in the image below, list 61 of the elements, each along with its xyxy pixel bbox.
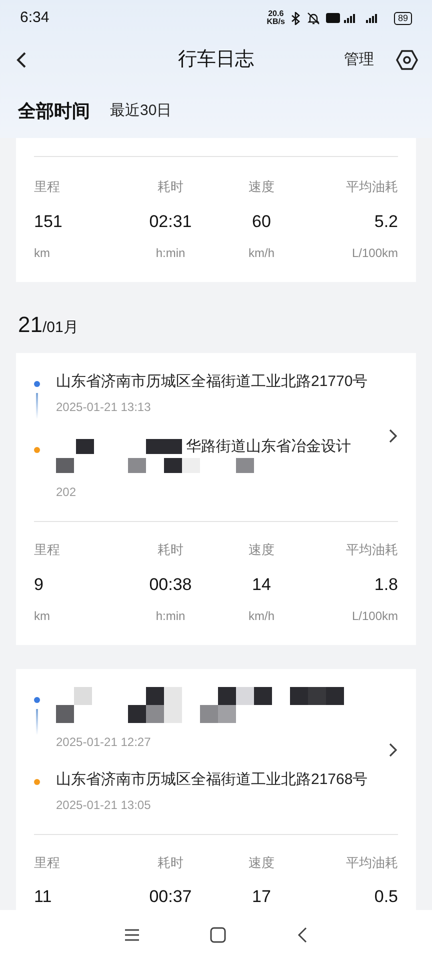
stat-label: 里程 <box>34 178 60 196</box>
stat-value: 151 <box>34 210 62 232</box>
back-icon[interactable] <box>14 51 28 69</box>
net-speed: 20.6 KB/s <box>266 10 285 26</box>
stat-value: 60 <box>252 210 271 232</box>
stat-unit: km <box>34 608 50 625</box>
stat-label: 耗时 <box>158 854 184 872</box>
stat-label: 里程 <box>34 854 60 872</box>
stat-value: 02:31 <box>149 210 192 232</box>
trip-time: 2025-01-21 13:05 <box>56 796 152 814</box>
address-text: 山东省济南市历城区全福街道工业北路21768号 <box>56 770 368 790</box>
page-title: 行车日志 <box>178 48 254 72</box>
stat-value: 5.2 <box>374 210 398 232</box>
trip-card[interactable]: 2025-01-21 12:27 山东省济南市历城区全福街道工业北路21768号 2025-01-21 13:05 里程 11 耗时 00:37 速度 17 平均油耗 0.5 <box>16 669 416 910</box>
stat-value: 11 <box>34 886 52 908</box>
trip-card[interactable]: 山东省济南市历城区全福街道工业北路21770号 2025-01-21 13:13 华路街道山东省冶金设计 202 里程 9 km 耗时 00:38 h:min 速度 14 km/h 平均油耗 1.8 L/100km <box>16 353 416 645</box>
stat-value: 0.5 <box>374 886 398 908</box>
chevron-right-icon <box>388 742 398 758</box>
trip-time: 2025-01-21 12:27 <box>56 734 152 751</box>
timeline-line <box>36 393 38 419</box>
stat-unit: h:min <box>156 245 186 262</box>
stat-label: 速度 <box>248 854 274 872</box>
date-day: 21 <box>18 308 42 341</box>
settings-icon[interactable] <box>396 49 418 71</box>
stat-value: 17 <box>252 886 271 908</box>
stat-label: 速度 <box>248 178 274 196</box>
stat-value: 14 <box>252 574 271 596</box>
date-month: /01月 <box>42 318 78 338</box>
stat-value: 1.8 <box>374 574 398 596</box>
stat-value: 9 <box>34 574 44 596</box>
trip-time: 202 <box>56 484 78 501</box>
stat-label: 平均油耗 <box>346 541 398 559</box>
stat-unit: L/100km <box>352 245 398 262</box>
home-icon[interactable] <box>210 927 226 943</box>
stat-label: 里程 <box>34 541 60 559</box>
bluetooth-icon <box>290 12 301 24</box>
stat-unit: h:min <box>156 608 186 625</box>
stat-value: 00:38 <box>149 574 192 596</box>
timeline-line <box>36 709 38 735</box>
menu-icon[interactable] <box>124 928 140 942</box>
address-text: 华路街道山东省冶金设计 <box>186 437 351 457</box>
stat-label: 速度 <box>248 541 274 559</box>
back-icon[interactable] <box>296 927 308 943</box>
stat-label: 耗时 <box>158 178 184 196</box>
stat-label: 平均油耗 <box>346 854 398 872</box>
stat-unit: km <box>34 245 50 262</box>
stat-label: 耗时 <box>158 541 184 559</box>
battery-indicator: 89 <box>394 12 412 24</box>
address-text: 山东省济南市历城区全福街道工业北路21770号 <box>56 372 368 392</box>
trip-time: 2025-01-21 13:13 <box>56 398 152 416</box>
filter-tab[interactable]: 最近30日 <box>110 100 172 122</box>
chevron-right-icon <box>388 428 398 444</box>
stat-unit: km/h <box>248 608 274 625</box>
manage-button[interactable]: 管理 <box>344 48 374 72</box>
stat-unit: L/100km <box>352 608 398 625</box>
stat-label: 平均油耗 <box>346 178 398 196</box>
filter-tab[interactable]: 全部时间 <box>18 98 90 124</box>
stat-value: 00:37 <box>149 886 192 908</box>
bell-off-icon <box>306 12 320 24</box>
stat-unit: km/h <box>248 245 274 262</box>
status-time: 6:34 <box>20 8 50 28</box>
